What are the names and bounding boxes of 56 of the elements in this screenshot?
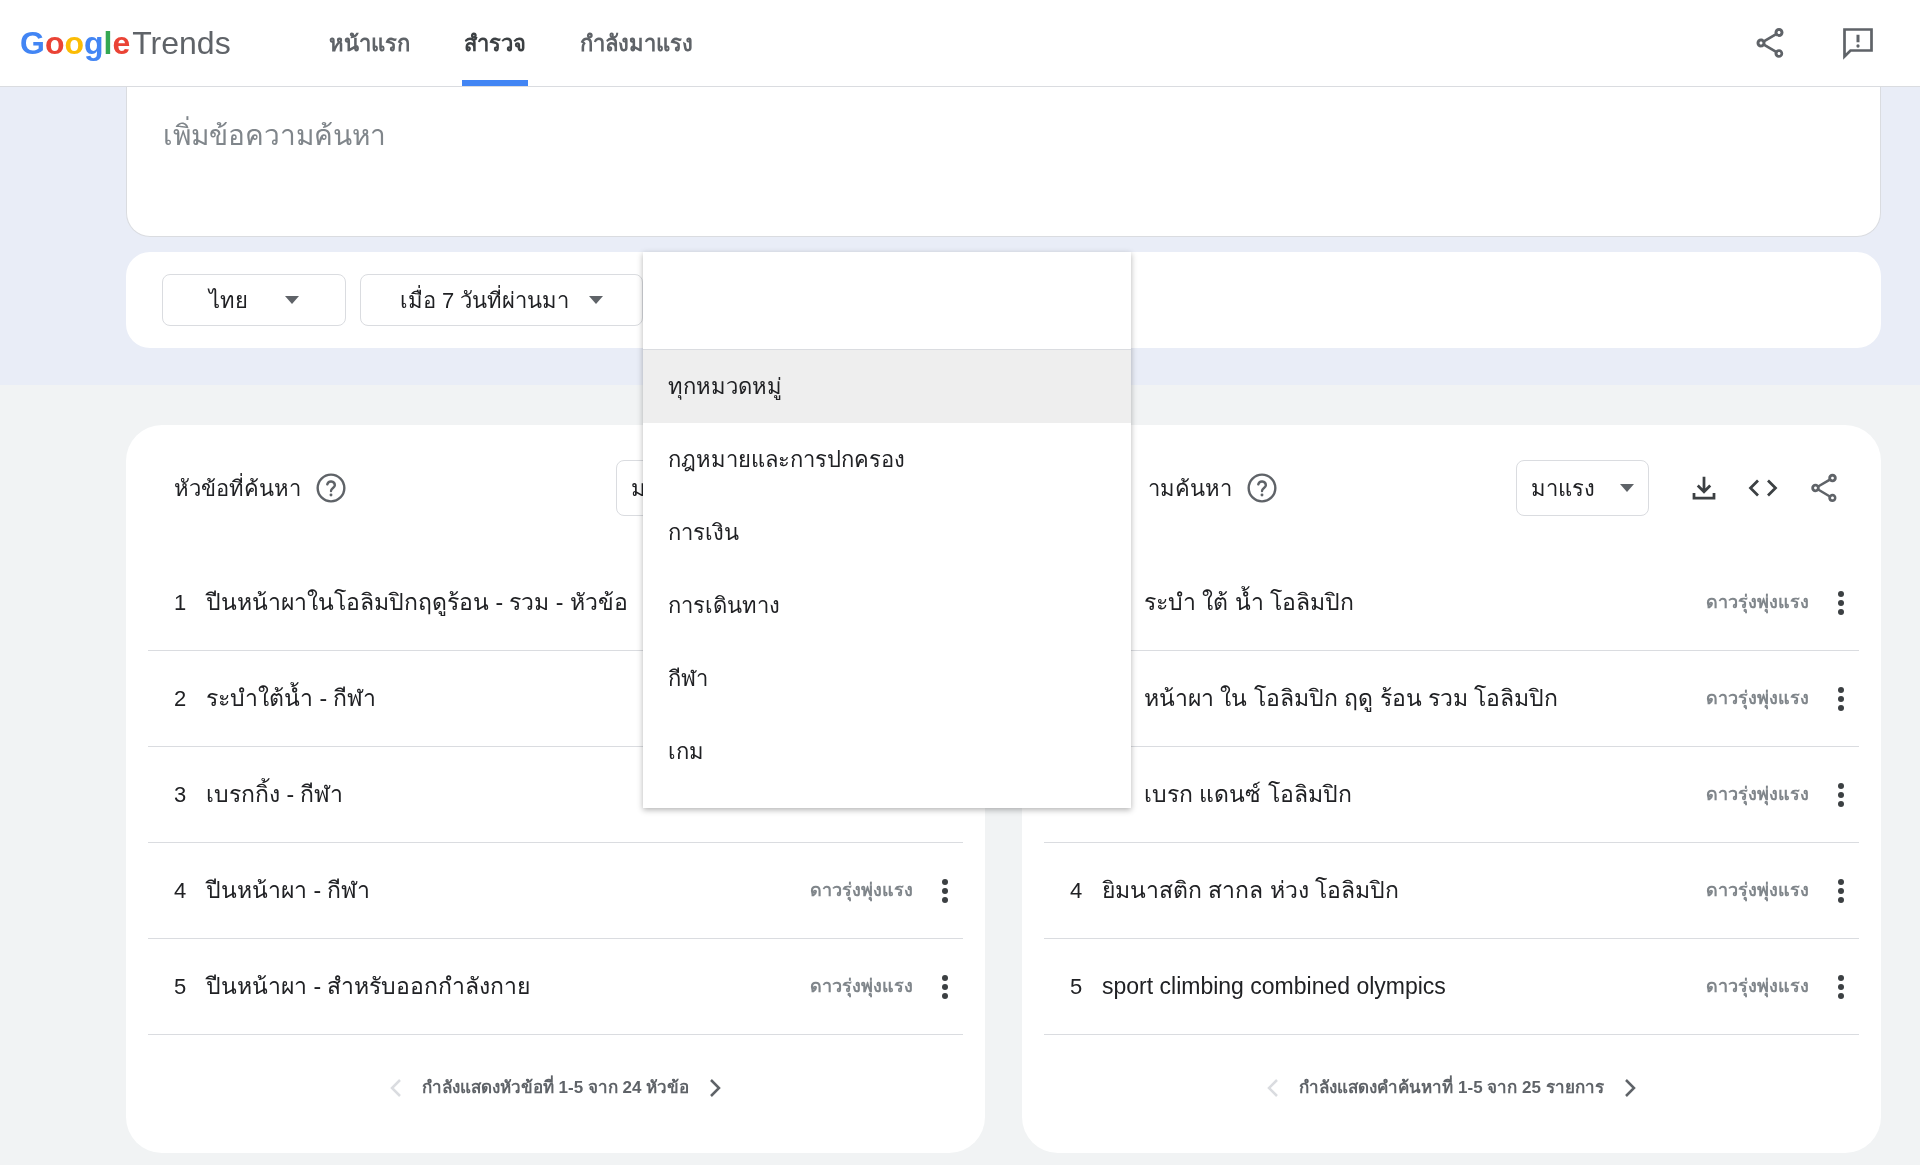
next-icon[interactable] (1623, 1077, 1636, 1098)
rank-number: 5 (174, 973, 188, 1001)
more-icon[interactable] (1837, 877, 1845, 904)
trend-status: ดาวรุ่งพุ่งแรง (810, 975, 913, 1000)
caret-icon (589, 296, 604, 304)
trend-title[interactable]: หน้าผา ใน โอลิมปิก ฤดู ร้อน รวม โอลิมปิก (1144, 681, 1559, 716)
caret-icon (1620, 484, 1634, 492)
more-icon[interactable] (1837, 589, 1845, 616)
pagination-text: กำลังแสดงคำค้นหาที่ 1-5 จาก 25 รายการ (1299, 1075, 1604, 1101)
menu-item[interactable]: เกม (643, 715, 1131, 788)
trend-title[interactable]: ปีนหน้าผา - กีฬา (206, 873, 371, 908)
trend-title[interactable]: เบรก แดนซ์ โอลิมปิก (1144, 777, 1352, 812)
menu-item[interactable]: การเดินทาง (643, 569, 1131, 642)
rank-number: 4 (174, 877, 188, 905)
trend-title[interactable]: ปีนหน้าผา - สำหรับออกกำลังกาย (206, 969, 531, 1004)
trend-status: ดาวรุ่งพุ่งแรง (1706, 687, 1809, 712)
trend-status: ดาวรุ่งพุ่งแรง (1706, 879, 1809, 904)
menu-item[interactable]: การเงิน (643, 496, 1131, 569)
panel-title: หัวข้อที่ค้นหา (174, 472, 301, 503)
trend-title[interactable]: sport climbing combined olympics (1102, 969, 1446, 1004)
more-icon[interactable] (941, 973, 949, 1000)
trend-title[interactable]: เบรกกิ้ง - กีฬา (206, 777, 344, 812)
type-selector[interactable]: มาแรง (1516, 460, 1649, 516)
menu-item[interactable]: ทุกหมวดหมู่ (643, 350, 1131, 423)
trend-status: ดาวรุ่งพุ่งแรง (1706, 783, 1809, 808)
rank-number: 2 (174, 685, 188, 713)
caret-icon (285, 296, 299, 304)
logo[interactable]: GoogleTrends (20, 0, 231, 86)
trend-title[interactable]: ระบำ ใต้ น้ำ โอลิมปิก (1144, 585, 1355, 620)
nav-tab[interactable]: หน้าแรก (326, 0, 412, 86)
panel-title: ามค้นหา (1148, 474, 1232, 503)
trend-title[interactable]: ยิมนาสติก สากล ห่วง โอลิมปิก (1102, 873, 1400, 908)
help-icon[interactable] (315, 472, 347, 504)
next-icon[interactable] (709, 1077, 722, 1098)
pagination-text: กำลังแสดงหัวข้อที่ 1-5 จาก 24 หัวข้อ (421, 1075, 690, 1101)
search-field[interactable]: เพิ่มข้อความค้นหา (126, 87, 1881, 237)
more-icon[interactable] (1837, 973, 1845, 1000)
rank-number: 3 (174, 781, 188, 809)
rank-number: 4 (1070, 877, 1084, 905)
feedback-icon[interactable] (1840, 25, 1876, 61)
trend-title[interactable]: ระบำใต้น้ำ - กีฬา (206, 681, 377, 716)
more-icon[interactable] (1837, 685, 1845, 712)
rank-number: 1 (174, 589, 188, 617)
trend-status: ดาวรุ่งพุ่งแรง (1706, 591, 1809, 616)
nav-tab[interactable]: กำลังมาแรง (577, 0, 695, 86)
trend-title[interactable]: ปีนหน้าผาในโอลิมปิกฤดูร้อน - รวม - หัวข้อ (206, 585, 628, 620)
more-icon[interactable] (1837, 781, 1845, 808)
filter-dropdown[interactable]: ไทย (162, 274, 346, 326)
more-icon[interactable] (941, 877, 949, 904)
help-icon[interactable] (1246, 472, 1278, 504)
menu-item[interactable]: กฎหมายและการปกครอง (643, 423, 1131, 496)
trend-status: ดาวรุ่งพุ่งแรง (1706, 975, 1809, 1000)
rank-number: 5 (1070, 973, 1084, 1001)
filter-dropdown[interactable]: เมื่อ 7 วันที่ผ่านมา (360, 274, 643, 326)
trend-status: ดาวรุ่งพุ่งแรง (810, 879, 913, 904)
menu-item[interactable]: กีฬา (643, 642, 1131, 715)
